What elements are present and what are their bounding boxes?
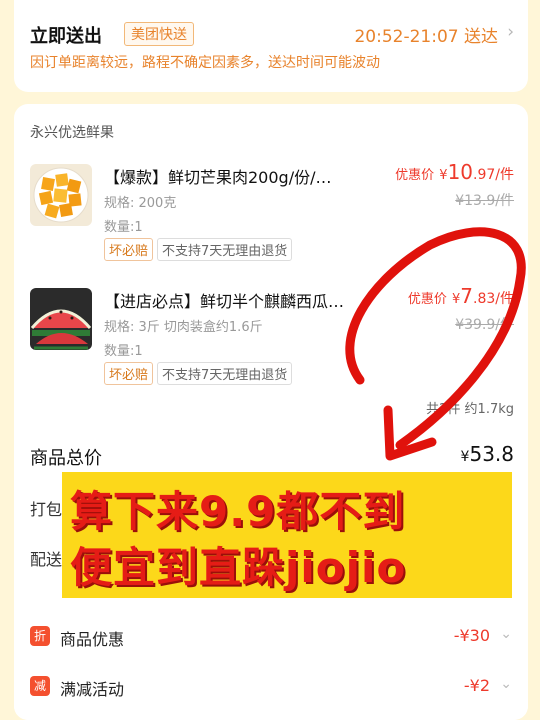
item-spec: 规格: 3斤 切肉装盒约1.6斤: [104, 320, 263, 335]
discount-value: -¥30: [453, 626, 490, 645]
delivery-note: 因订单距离较远，路程不确定因素多，送达时间可能波动: [30, 55, 380, 71]
product-image-watermelon: [30, 288, 92, 350]
price-integer: 10: [447, 160, 474, 184]
item-quantity: 数量:1: [104, 220, 143, 235]
promo-caption-line-1: 算下来9.9都不到: [70, 487, 406, 536]
store-name[interactable]: 永兴优选鲜果: [30, 122, 114, 142]
original-price: ¥39.9/件: [455, 317, 514, 333]
chevron-right-icon[interactable]: ›: [507, 22, 514, 42]
original-price: ¥13.9/件: [455, 193, 514, 209]
price-currency: ¥: [439, 168, 448, 183]
discount-panel: 折 商品优惠 -¥30 ⌄ 减 满减活动 -¥2 ⌄: [14, 604, 528, 720]
discount-icon: 折: [30, 626, 50, 646]
price-unit: /件: [495, 291, 514, 307]
item-title: 【爆款】鲜切芒果肉200g/份/…: [104, 168, 332, 187]
product-image-mango: [30, 164, 92, 226]
no-refund-badge: 不支持7天无理由退货: [157, 362, 293, 385]
item-count-weight: 共2件 约1.7kg: [426, 402, 514, 417]
reduction-icon: 减: [30, 676, 50, 696]
packing-fee-label: 打包: [30, 500, 63, 519]
discount-value: -¥2: [463, 676, 490, 695]
discount-row-product[interactable]: 折 商品优惠 -¥30 ⌄: [30, 622, 512, 652]
price-unit: /件: [495, 167, 514, 183]
delivery-title: 立即送出: [30, 26, 102, 47]
item-quantity: 数量:1: [104, 344, 143, 359]
item-title: 【进店必点】鲜切半个麒麟西瓜…: [104, 292, 345, 311]
chevron-down-icon[interactable]: ⌄: [500, 626, 512, 642]
total-amount: 53.8: [469, 442, 514, 466]
chevron-down-icon[interactable]: ⌄: [500, 676, 512, 692]
item-price: 优惠价 ¥10.97/件: [395, 160, 514, 184]
price-label: 优惠价: [407, 292, 447, 307]
order-item[interactable]: 【进店必点】鲜切半个麒麟西瓜… 规格: 3斤 切肉装盒约1.6斤 数量:1 坏必…: [14, 284, 528, 404]
discount-label: 满减活动: [60, 680, 125, 699]
discount-label: 商品优惠: [60, 630, 125, 649]
price-decimal: .83: [473, 291, 496, 307]
item-spec: 规格: 200克: [104, 196, 177, 211]
delivery-service-tag: 美团快送: [124, 22, 194, 46]
guarantee-badge: 坏必赔: [104, 362, 154, 385]
price-label: 优惠价: [395, 168, 435, 183]
delivery-time[interactable]: 20:52-21:07 送达: [354, 22, 498, 47]
delivery-fee-label: 配送: [30, 550, 63, 569]
no-refund-badge: 不支持7天无理由退货: [157, 238, 293, 261]
guarantee-badge: 坏必赔: [104, 238, 154, 261]
total-price-label: 商品总价: [30, 448, 102, 469]
total-price-value: ¥53.8: [461, 442, 514, 466]
price-integer: 7: [460, 284, 474, 308]
item-price: 优惠价 ¥7.83/件: [408, 284, 514, 308]
delivery-card[interactable]: 立即送出 美团快送 20:52-21:07 送达 › 因订单距离较远，路程不确定…: [14, 0, 528, 92]
order-item[interactable]: 【爆款】鲜切芒果肉200g/份/… 规格: 200克 数量:1 坏必赔 不支持7…: [14, 160, 528, 280]
discount-row-full-reduction[interactable]: 减 满减活动 -¥2 ⌄: [30, 672, 512, 702]
price-decimal: .97: [473, 167, 496, 183]
promo-caption-overlay: 算下来9.9都不到 便宜到直跺jiojio: [62, 472, 512, 598]
promo-caption-line-2: 便宜到直跺jiojio: [70, 543, 407, 592]
